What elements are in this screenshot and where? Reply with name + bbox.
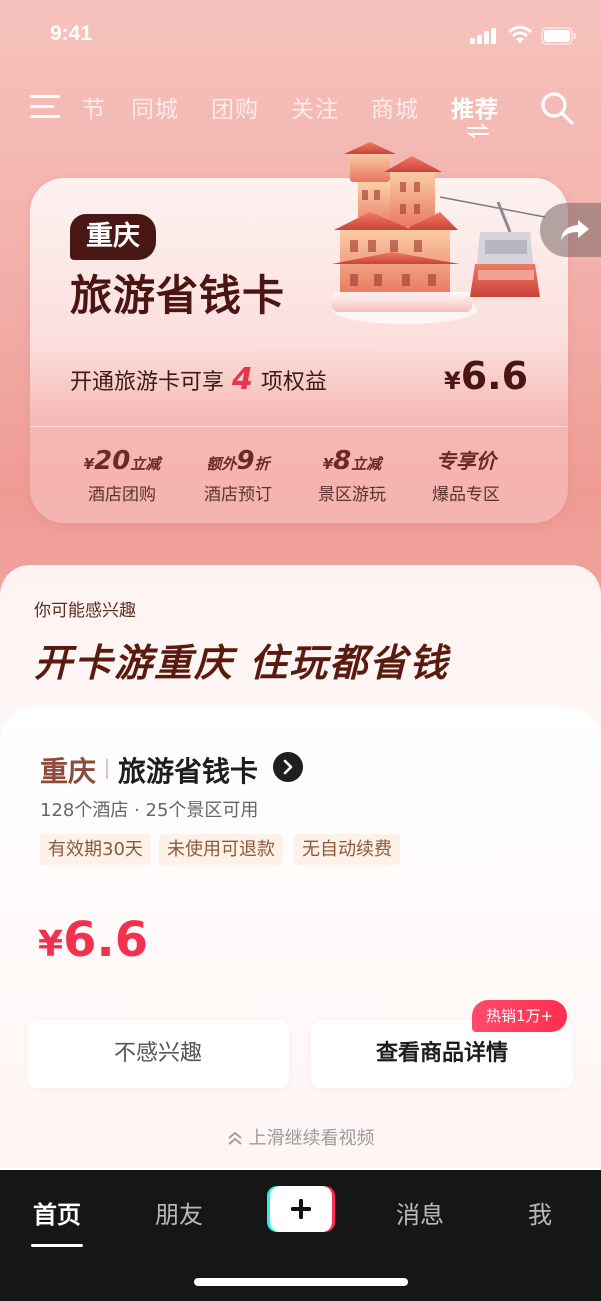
menu-icon[interactable]	[28, 92, 62, 122]
benefit-line: 开通旅游卡可享 4 项权益	[70, 362, 327, 397]
perk-post: 折	[254, 455, 270, 473]
product-title[interactable]: 旅游省钱卡	[118, 750, 258, 790]
tag-refundable: 未使用可退款	[159, 834, 283, 865]
card-divider	[30, 426, 568, 427]
card-title: 旅游省钱卡	[70, 271, 286, 320]
city-badge: 重庆	[70, 214, 156, 260]
product-price: ¥6.6	[38, 912, 148, 968]
perk-attractions[interactable]: ¥8立减 景区游玩	[292, 446, 412, 505]
perk-value: 8	[333, 446, 352, 476]
share-button[interactable]	[540, 203, 601, 257]
nav-home[interactable]: 首页	[33, 1195, 81, 1230]
product-price-symbol: ¥	[38, 924, 64, 965]
perk-pre: 额外	[206, 455, 237, 473]
perk-label: 酒店团购	[88, 485, 156, 505]
swipe-hint-text: 上滑继续看视频	[248, 1128, 375, 1149]
perk-post: 立减	[351, 455, 382, 473]
swipe-up-hint[interactable]: 上滑继续看视频	[0, 1124, 601, 1150]
benefit-suffix: 项权益	[260, 370, 327, 395]
switch-arrows-icon	[467, 124, 489, 138]
nav-messages[interactable]: 消息	[396, 1195, 444, 1230]
title-separator	[106, 759, 108, 779]
tab-mall[interactable]: 商城	[371, 90, 419, 124]
tag-validity: 有效期30天	[40, 834, 151, 865]
perk-pre: ¥	[322, 455, 334, 473]
nav-me[interactable]: 我	[528, 1195, 552, 1230]
perk-hotel-booking[interactable]: 额外9折 酒店预订	[178, 446, 298, 505]
product-availability: 128个酒店 · 25个景区可用	[40, 800, 259, 821]
interest-hint: 你可能感兴趣	[34, 601, 136, 621]
panel-headline: 开卡游重庆 住玩都省钱	[34, 641, 450, 685]
tab-festival[interactable]: 节	[82, 90, 106, 124]
tab-group-buy[interactable]: 团购	[211, 90, 259, 124]
product-price-value: 6.6	[63, 912, 149, 968]
perk-post: 立减	[130, 455, 161, 473]
perk-label: 爆品专区	[432, 485, 500, 505]
perk-value: 20	[94, 446, 131, 476]
price-value: 6.6	[460, 354, 529, 398]
battery-icon	[541, 27, 576, 45]
tab-following[interactable]: 关注	[291, 90, 339, 124]
perk-pre: ¥	[83, 455, 95, 473]
chongqing-landmark-illustration	[332, 142, 545, 324]
wifi-icon	[508, 26, 532, 43]
tab-recommended[interactable]: 推荐	[451, 90, 499, 124]
status-time: 9:41	[50, 22, 93, 45]
perk-post: 专享价	[436, 449, 496, 473]
share-arrow-icon	[561, 220, 589, 240]
not-interested-button[interactable]: 不感兴趣	[27, 1020, 289, 1088]
benefit-prefix: 开通旅游卡可享	[70, 370, 225, 395]
perk-label: 景区游玩	[318, 485, 386, 505]
perk-hot-items[interactable]: 专享价 爆品专区	[406, 446, 526, 505]
create-plus-button[interactable]	[267, 1186, 335, 1232]
double-chevron-up-icon	[227, 1131, 242, 1145]
perk-hotel-group[interactable]: ¥20立减 酒店团购	[62, 446, 182, 505]
search-icon[interactable]	[539, 90, 575, 126]
perk-value: 9	[236, 446, 255, 476]
hot-sales-badge: 热销1万+	[472, 1000, 568, 1032]
perk-label: 酒店预订	[204, 485, 272, 505]
cellular-signal-icon	[470, 28, 496, 44]
nav-friends[interactable]: 朋友	[155, 1195, 203, 1230]
active-tab-indicator	[31, 1244, 83, 1247]
product-city: 重庆	[40, 755, 97, 788]
tag-no-autorenew: 无自动续费	[294, 834, 400, 865]
tab-local[interactable]: 同城	[131, 90, 179, 124]
home-indicator	[194, 1278, 408, 1286]
price-symbol: ¥	[444, 367, 461, 395]
card-price: ¥6.6	[444, 354, 528, 398]
benefit-count: 4	[232, 362, 253, 397]
chevron-right-icon[interactable]	[273, 752, 303, 782]
